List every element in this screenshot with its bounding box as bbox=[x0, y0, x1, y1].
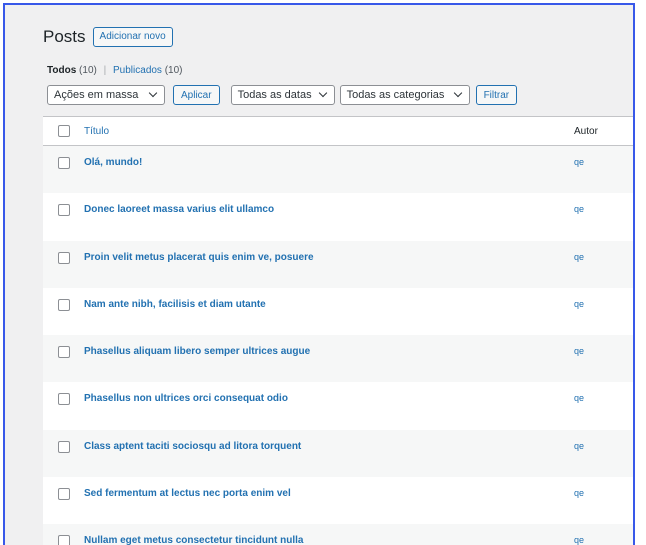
table-row: Sed fermentum at lectus nec porta enim v… bbox=[43, 477, 633, 524]
table-row: Phasellus non ultrices orci consequat od… bbox=[43, 382, 633, 429]
categories-filter-select[interactable]: Todas as categorias bbox=[339, 85, 470, 105]
table-row: Nam ante nibh, facilisis et diam utante … bbox=[43, 288, 633, 335]
select-all-checkbox[interactable] bbox=[58, 125, 70, 137]
row-checkbox[interactable] bbox=[58, 440, 70, 453]
post-title-link[interactable]: Donec laoreet massa varius elit ullamco bbox=[84, 204, 274, 215]
row-checkbox[interactable] bbox=[58, 488, 70, 501]
post-title-link[interactable]: Nullam eget metus consectetur tincidunt … bbox=[84, 535, 303, 545]
post-author-link[interactable]: qe bbox=[574, 346, 584, 356]
row-checkbox[interactable] bbox=[58, 298, 70, 311]
post-author-link[interactable]: qe bbox=[574, 204, 584, 214]
column-author-header: Autor bbox=[574, 125, 598, 137]
post-author-link[interactable]: qe bbox=[574, 535, 584, 545]
view-all-link[interactable]: Todos bbox=[47, 65, 76, 76]
row-checkbox[interactable] bbox=[58, 393, 70, 406]
chevron-down-icon bbox=[453, 88, 462, 98]
dates-filter-label: Todas as datas bbox=[237, 89, 312, 101]
row-checkbox[interactable] bbox=[58, 157, 70, 169]
post-title-link[interactable]: Phasellus non ultrices orci consequat od… bbox=[84, 393, 288, 404]
post-title-link[interactable]: Class aptent taciti sociosqu ad litora t… bbox=[84, 441, 301, 452]
bulk-actions-label: Ações em massa bbox=[54, 89, 139, 101]
filter-button[interactable]: Filtrar bbox=[475, 85, 518, 105]
row-checkbox[interactable] bbox=[58, 204, 70, 217]
table-row: Donec laoreet massa varius elit ullamco … bbox=[43, 193, 633, 240]
post-author-link[interactable]: qe bbox=[574, 157, 584, 167]
post-title-link[interactable]: Sed fermentum at lectus nec porta enim v… bbox=[84, 488, 291, 499]
row-checkbox[interactable] bbox=[58, 535, 70, 545]
post-status-views: Todos (10) | Publicados (10) bbox=[47, 65, 183, 76]
apply-button[interactable]: Aplicar bbox=[173, 85, 220, 105]
post-author-link[interactable]: qe bbox=[574, 393, 584, 403]
table-header: Título Autor bbox=[43, 117, 633, 146]
table-row: Nullam eget metus consectetur tincidunt … bbox=[43, 524, 633, 545]
view-separator: | bbox=[103, 65, 107, 76]
post-title-link[interactable]: Phasellus aliquam libero semper ultrices… bbox=[84, 346, 310, 357]
table-row: Phasellus aliquam libero semper ultrices… bbox=[43, 335, 633, 383]
view-published-link[interactable]: Publicados bbox=[113, 65, 162, 76]
page-header: Posts Adicionar novo bbox=[43, 27, 173, 47]
row-checkbox[interactable] bbox=[58, 346, 70, 359]
bulk-actions-select[interactable]: Ações em massa bbox=[47, 85, 165, 105]
chevron-down-icon bbox=[318, 88, 327, 98]
chevron-down-icon bbox=[148, 88, 158, 98]
categories-filter-label: Todas as categorias bbox=[346, 89, 445, 101]
admin-frame: Posts Adicionar novo Todos (10) | Public… bbox=[3, 3, 635, 545]
column-title-header[interactable]: Título bbox=[84, 126, 109, 137]
view-published-count: (10) bbox=[164, 65, 183, 76]
post-author-link[interactable]: qe bbox=[574, 252, 584, 262]
table-row: Proin velit metus placerat quis enim ve,… bbox=[43, 240, 633, 288]
post-title-link[interactable]: Olá, mundo! bbox=[84, 157, 142, 168]
post-author-link[interactable]: qe bbox=[574, 488, 584, 498]
post-author-link[interactable]: qe bbox=[574, 441, 584, 451]
dates-filter-select[interactable]: Todas as datas bbox=[230, 85, 335, 105]
add-new-button[interactable]: Adicionar novo bbox=[92, 27, 173, 47]
tablenav: Ações em massa Aplicar Todas as datas To… bbox=[47, 85, 518, 105]
page-title: Posts bbox=[43, 27, 86, 46]
post-title-link[interactable]: Nam ante nibh, facilisis et diam utante bbox=[84, 299, 266, 310]
table-row: Olá, mundo! qe bbox=[43, 146, 633, 194]
posts-table: Título Autor Olá, mundo! qe Donec laoree… bbox=[43, 116, 633, 545]
table-row: Class aptent taciti sociosqu ad litora t… bbox=[43, 429, 633, 478]
view-all-count: (10) bbox=[79, 65, 97, 76]
post-author-link[interactable]: qe bbox=[574, 299, 584, 309]
row-checkbox[interactable] bbox=[58, 251, 70, 264]
post-title-link[interactable]: Proin velit metus placerat quis enim ve,… bbox=[84, 252, 314, 263]
